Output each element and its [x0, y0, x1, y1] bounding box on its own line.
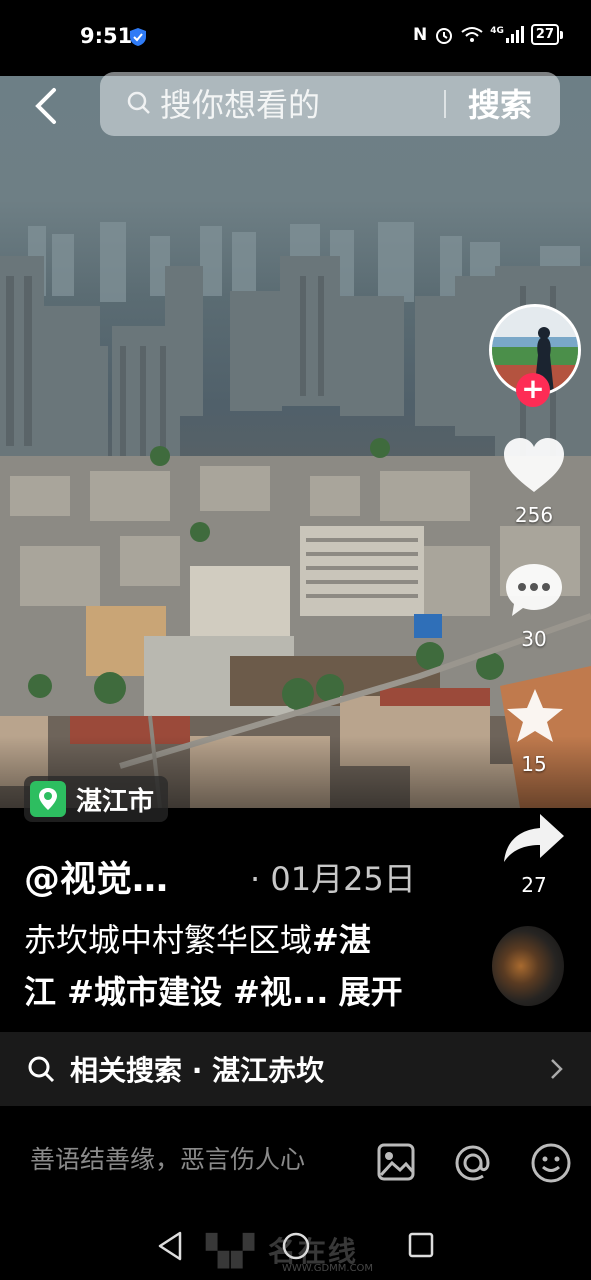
comment-icon[interactable] [504, 562, 564, 618]
status-time: 9:51 [80, 24, 133, 48]
comment-input[interactable]: 善语结善缘，恶言伤人心 [30, 1140, 305, 1176]
watermark-url: WWW.GDMM.COM [282, 1263, 374, 1274]
location-pin-icon [30, 781, 66, 817]
music-disc[interactable] [492, 926, 564, 1006]
favorite-count: 15 [521, 752, 547, 776]
related-search-text: 相关搜索 · 湛江赤坎 [70, 1054, 325, 1087]
nav-back-icon[interactable] [156, 1230, 184, 1262]
status-icons: N 4G 27 [413, 24, 563, 45]
star-icon[interactable] [504, 686, 566, 748]
nav-recent-icon[interactable] [408, 1232, 434, 1258]
search-divider [444, 90, 446, 118]
battery-indicator: 27 [530, 24, 563, 45]
caption-line-1: 赤坎城中村繁华区域#湛 [24, 915, 371, 961]
caption-text: 赤坎城中村繁华区域 [24, 921, 313, 959]
at-icon[interactable] [452, 1142, 494, 1184]
caption-line-2: 江 #城市建设 #视... 展开 [24, 967, 403, 1013]
image-icon[interactable] [376, 1142, 416, 1182]
search-input[interactable]: 搜你想看的 [160, 82, 320, 128]
location-name: 湛江市 [76, 786, 155, 817]
back-icon[interactable] [24, 86, 68, 126]
hashtags[interactable]: 江 #城市建设 #视... [24, 973, 328, 1011]
post-date: · 01月25日 [250, 860, 416, 898]
hashtag[interactable]: #湛 [312, 921, 371, 959]
emoji-icon[interactable] [530, 1142, 572, 1184]
like-count: 256 [514, 503, 554, 527]
author-name[interactable]: @视觉… [24, 850, 168, 902]
location-tag[interactable]: 湛江市 [24, 776, 169, 822]
chevron-right-icon [551, 1059, 563, 1079]
comment-count: 30 [521, 627, 547, 651]
wifi-icon [461, 26, 483, 42]
search-button[interactable]: 搜索 [468, 82, 532, 128]
related-search-bar[interactable]: 相关搜索 · 湛江赤坎 [0, 1032, 591, 1106]
heart-icon[interactable] [502, 436, 566, 496]
signal-icon: 4G [490, 26, 524, 43]
expand-button[interactable]: 展开 [339, 973, 403, 1011]
nfc-icon: N [413, 24, 428, 45]
related-search-icon [28, 1056, 55, 1083]
alarm-icon [436, 27, 453, 44]
shield-icon [130, 28, 146, 46]
follow-button[interactable]: + [516, 373, 550, 407]
share-count: 27 [521, 873, 547, 897]
share-icon[interactable] [502, 812, 566, 864]
search-icon [127, 91, 150, 114]
